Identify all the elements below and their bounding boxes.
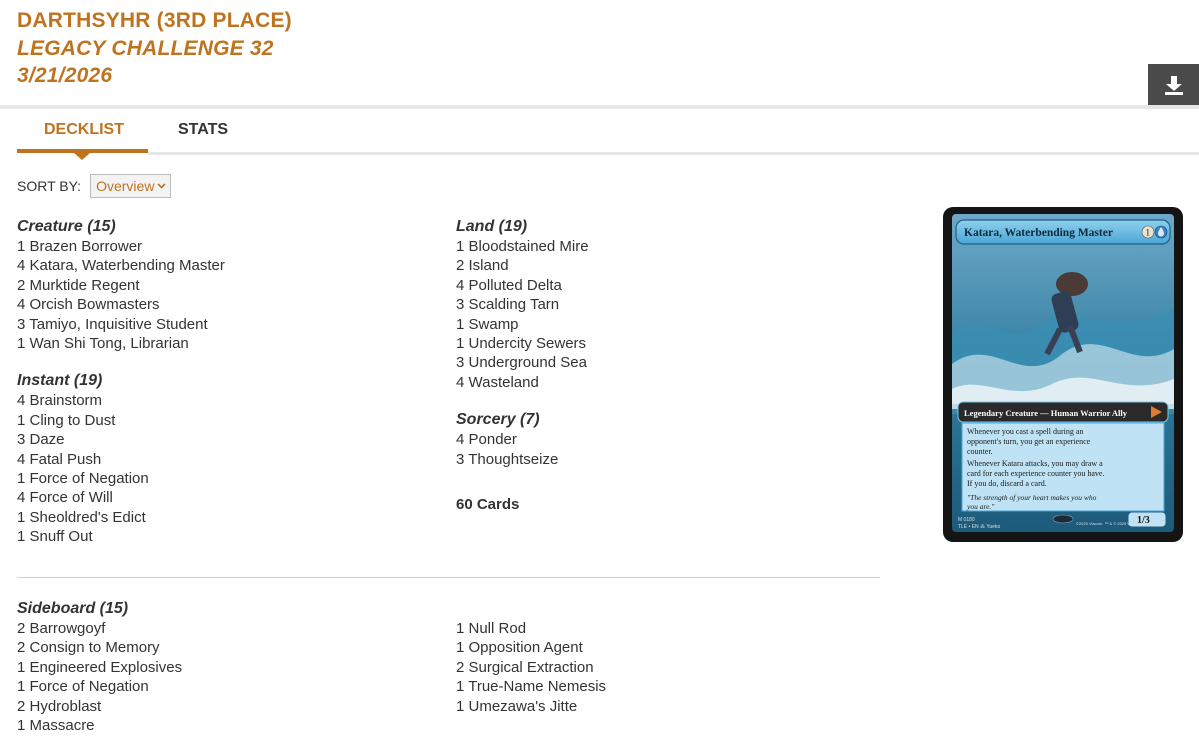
card-entry[interactable]: 2 Murktide Regent [17, 276, 225, 295]
download-icon [1164, 75, 1183, 95]
category-heading: Creature (15) [17, 218, 116, 235]
sideboard-right-column: 1 Null Rod 1 Opposition Agent 2 Surgical… [456, 619, 606, 716]
card-entry[interactable]: 3 Daze [17, 430, 225, 449]
card-entry[interactable]: 1 Umezawa's Jitte [456, 697, 606, 716]
card-entry[interactable]: 2 Hydroblast [17, 697, 182, 716]
card-entry[interactable]: 4 Orcish Bowmasters [17, 295, 225, 314]
card-preview-image: Katara, Waterbending Master 1 Legendary … [943, 207, 1183, 542]
card-entry[interactable]: 3 Underground Sea [456, 353, 589, 372]
card-type-line: Legendary Creature — Human Warrior Ally [964, 408, 1128, 418]
card-entry[interactable]: 3 Thoughtseize [456, 450, 589, 469]
card-entry[interactable]: 1 Wan Shi Tong, Librarian [17, 334, 225, 353]
card-entry[interactable]: 1 Null Rod [456, 619, 606, 638]
card-entry[interactable]: 1 True-Name Nemesis [456, 677, 606, 696]
card-entry[interactable]: 1 Massacre [17, 716, 182, 735]
card-entry[interactable]: 1 Cling to Dust [17, 411, 225, 430]
card-entry[interactable]: 1 Snuff Out [17, 527, 225, 546]
card-entry[interactable]: 4 Katara, Waterbending Master [17, 256, 225, 275]
card-entry[interactable]: 1 Undercity Sewers [456, 334, 589, 353]
card-entry[interactable]: 4 Fatal Push [17, 450, 225, 469]
card-entry[interactable]: 1 Bloodstained Mire [456, 237, 589, 256]
card-entry[interactable]: 2 Surgical Extraction [456, 658, 606, 677]
sort-row: SORT BY: Overview [17, 174, 172, 198]
maindeck-right-column: Land (19) 1 Bloodstained Mire 2 Island 4… [456, 217, 589, 513]
download-button[interactable] [1148, 64, 1199, 105]
card-mana-cost: 1 [1146, 228, 1151, 238]
event-date: 3/21/2026 [17, 64, 113, 87]
sort-selected-value: Overview [96, 178, 155, 194]
deck-header: DARTHSYHR (3RD PLACE) LEGACY CHALLENGE 3… [0, 0, 1199, 106]
category-heading: Land (19) [456, 218, 528, 235]
maindeck-left-column: Creature (15) 1 Brazen Borrower 4 Katara… [17, 217, 225, 546]
card-entry[interactable]: 3 Scalding Tarn [456, 295, 589, 314]
card-entry[interactable]: 4 Ponder [456, 430, 589, 449]
tab-divider [148, 152, 1199, 155]
category-heading: Instant (19) [17, 372, 103, 390]
card-entry[interactable]: 1 Opposition Agent [456, 638, 606, 657]
card-entry[interactable]: 4 Brainstorm [17, 391, 225, 410]
card-set-line: TLE • EN ⁂ Yueko [958, 524, 1000, 530]
card-entry[interactable]: 4 Wasteland [456, 373, 589, 392]
sideboard-divider [17, 577, 880, 578]
active-tab-caret [74, 153, 90, 160]
tab-decklist[interactable]: DECKLIST [44, 121, 124, 139]
card-entry[interactable]: 1 Swamp [456, 315, 589, 334]
card-collector-number: M 0180 [958, 517, 975, 523]
event-title: LEGACY CHALLENGE 32 [17, 37, 274, 60]
sideboard-heading: Sideboard (15) [17, 600, 129, 617]
card-name-text: Katara, Waterbending Master [964, 227, 1113, 239]
tab-stats[interactable]: STATS [178, 121, 228, 139]
card-total: 60 Cards [456, 495, 520, 513]
card-entry[interactable]: 2 Barrowgoyf [17, 619, 182, 638]
card-entry[interactable]: 2 Consign to Memory [17, 638, 182, 657]
card-copyright: ©2025 Viacom. ™ & © 2025 Wizards of the … [1076, 521, 1165, 526]
card-entry[interactable]: 1 Force of Negation [17, 677, 182, 696]
player-title: DARTHSYHR (3RD PLACE) [17, 9, 292, 32]
card-entry[interactable]: 3 Tamiyo, Inquisitive Student [17, 315, 225, 334]
card-entry[interactable]: 1 Brazen Borrower [17, 237, 225, 256]
card-entry[interactable]: 1 Engineered Explosives [17, 658, 182, 677]
chevron-down-icon [157, 181, 167, 192]
sideboard-left-column: Sideboard (15) 2 Barrowgoyf 2 Consign to… [17, 599, 182, 735]
card-entry[interactable]: 1 Force of Negation [17, 469, 225, 488]
card-entry[interactable]: 1 Sheoldred's Edict [17, 508, 225, 527]
card-entry[interactable]: 4 Force of Will [17, 488, 225, 507]
card-entry[interactable]: 2 Island [456, 256, 589, 275]
sort-select[interactable]: Overview [90, 174, 172, 198]
category-heading: Sorcery (7) [456, 411, 540, 429]
card-entry[interactable]: 4 Polluted Delta [456, 276, 589, 295]
header-divider [0, 105, 1199, 109]
sort-label: SORT BY: [17, 178, 82, 194]
